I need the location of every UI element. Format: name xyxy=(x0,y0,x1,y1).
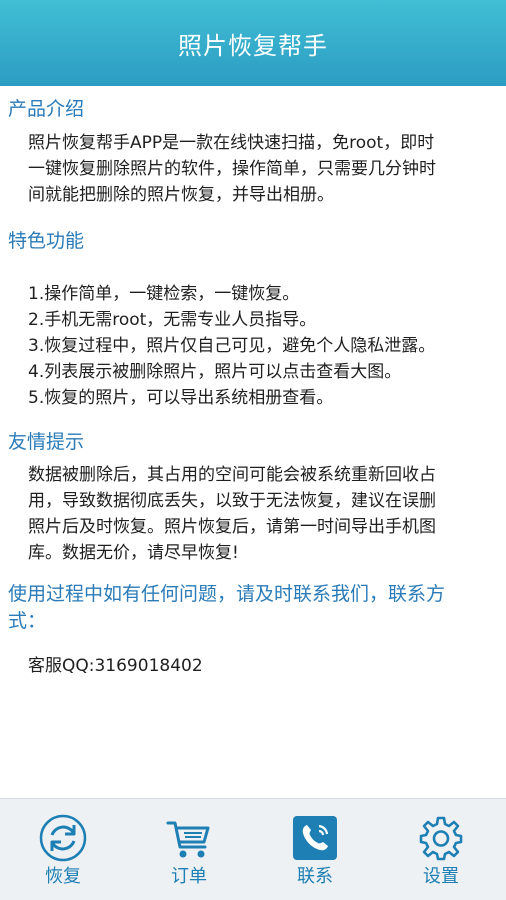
tips-line: 用，导致数据彻底丢失，以致于无法恢复，建议在误删 xyxy=(28,491,436,511)
contact-title-line: 使用过程中如有任何问题，请及时联系我们，联系方 xyxy=(8,583,446,605)
intro-line: 一键恢复删除照片的软件，操作简单，只需要几分钟时 xyxy=(28,159,436,179)
tab-orders[interactable]: 订单 xyxy=(126,799,252,900)
tab-label: 联系 xyxy=(297,866,333,887)
page-title: 照片恢复帮手 xyxy=(178,31,328,60)
tab-settings[interactable]: 设置 xyxy=(378,799,504,900)
contact-qq[interactable]: 客服QQ:3169018402 xyxy=(28,653,500,679)
intro-line: 照片恢复帮手APP是一款在线快速扫描，免root，即时 xyxy=(28,133,435,153)
feature-item: 1.操作简单，一键检索，一键恢复。 xyxy=(28,284,300,304)
bottom-tabbar: 恢复 订单 联系 设置 xyxy=(0,798,506,900)
tab-label: 设置 xyxy=(423,866,459,887)
phone-icon xyxy=(293,816,337,860)
feature-item: 5.恢复的照片，可以导出系统相册查看。 xyxy=(28,388,334,408)
gear-icon xyxy=(419,816,463,861)
tab-label: 恢复 xyxy=(45,866,81,887)
tab-label: 订单 xyxy=(171,866,207,887)
contact-title-line: 式： xyxy=(8,610,47,632)
feature-item: 3.恢复过程中，照片仅自己可见，避免个人隐私泄露。 xyxy=(28,336,436,356)
intro-line: 间就能把删除的照片恢复，并导出相册。 xyxy=(28,185,334,205)
tips-title: 友情提示 xyxy=(8,431,85,453)
cart-icon xyxy=(166,821,210,858)
tips-text: 数据被删除后，其占用的空间可能会被系统重新回收占 用，导致数据彻底丢失，以致于无… xyxy=(28,462,500,566)
tab-contact[interactable]: 联系 xyxy=(252,799,378,900)
feature-item: 2.手机无需root，无需专业人员指导。 xyxy=(28,310,317,330)
feature-item: 4.列表展示被删除照片，照片可以点击查看大图。 xyxy=(28,362,402,382)
app-header: 照片恢复帮手 xyxy=(0,0,506,86)
features-list: 1.操作简单，一键检索，一键恢复。 2.手机无需root，无需专业人员指导。 3… xyxy=(28,281,500,411)
tab-recover[interactable]: 恢复 xyxy=(0,799,126,900)
features-title: 特色功能 xyxy=(8,230,85,252)
content-area[interactable]: 产品介绍 照片恢复帮手APP是一款在线快速扫描，免root，即时 一键恢复删除照… xyxy=(0,86,506,798)
tips-line: 库。数据无价，请尽早恢复! xyxy=(28,543,239,563)
tips-line: 数据被删除后，其占用的空间可能会被系统重新回收占 xyxy=(28,465,436,485)
intro-title: 产品介绍 xyxy=(8,98,85,120)
intro-text: 照片恢复帮手APP是一款在线快速扫描，免root，即时 一键恢复删除照片的软件，… xyxy=(28,130,500,208)
contact-title: 使用过程中如有任何问题，请及时联系我们，联系方 式： xyxy=(8,581,445,635)
tips-line: 照片后及时恢复。照片恢复后，请第一时间导出手机图 xyxy=(28,517,436,537)
refresh-icon xyxy=(39,814,87,862)
